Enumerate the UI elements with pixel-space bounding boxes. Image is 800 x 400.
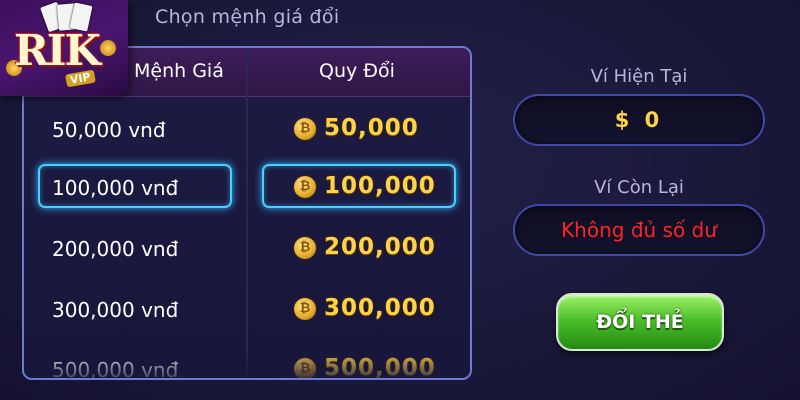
reward-amount: 500,000 [324, 355, 436, 380]
reward-option-50000[interactable]: ₿ 50,000 [262, 106, 456, 150]
denomination-option-200000[interactable]: 200,000 vnđ [38, 225, 232, 269]
coin-icon: ₿ [294, 176, 316, 198]
denomination-table: Mệnh Giá Quy Đổi 50,000 vnđ ₿ 50,000 100… [22, 46, 472, 380]
reward-amount: 100,000 [324, 173, 436, 199]
remaining-wallet-box: Không đủ số dư [513, 204, 765, 256]
reward-amount: 200,000 [324, 234, 436, 260]
header-exchange: Quy Đổi [319, 60, 395, 82]
app-logo: RIK VIP [0, 0, 128, 96]
coin-icon: ₿ [294, 358, 316, 378]
denomination-option-300000[interactable]: 300,000 vnđ [38, 286, 232, 330]
remaining-wallet-label: Ví Còn Lại [594, 177, 684, 198]
reward-option-500000[interactable]: ₿ 500,000 [262, 346, 456, 380]
reward-amount: 50,000 [324, 115, 419, 141]
page-title: Chọn mệnh giá đổi [155, 6, 340, 28]
current-wallet-box: $ 0 [513, 94, 765, 146]
reward-option-100000[interactable]: ₿ 100,000 [262, 164, 456, 208]
exchange-card-button[interactable]: ĐỔI THẺ [556, 293, 724, 351]
exchange-button-label: ĐỔI THẺ [596, 311, 684, 333]
coin-icon: ₿ [294, 237, 316, 259]
column-divider [246, 48, 248, 378]
coin-icon: ₿ [294, 298, 316, 320]
coin-icon: ₿ [294, 118, 316, 140]
current-wallet-value: $ 0 [614, 108, 664, 132]
denomination-option-100000[interactable]: 100,000 vnđ [38, 164, 232, 208]
reward-option-200000[interactable]: ₿ 200,000 [262, 225, 456, 269]
current-wallet-label: Ví Hiện Tại [590, 66, 688, 87]
remaining-wallet-value: Không đủ số dư [561, 218, 717, 242]
denomination-option-500000[interactable]: 500,000 vnđ [38, 346, 232, 378]
logo-text: RIK [14, 26, 101, 75]
reward-option-300000[interactable]: ₿ 300,000 [262, 286, 456, 330]
header-denomination: Mệnh Giá [134, 60, 224, 82]
denomination-option-50000[interactable]: 50,000 vnđ [38, 106, 232, 150]
reward-amount: 300,000 [324, 295, 436, 321]
